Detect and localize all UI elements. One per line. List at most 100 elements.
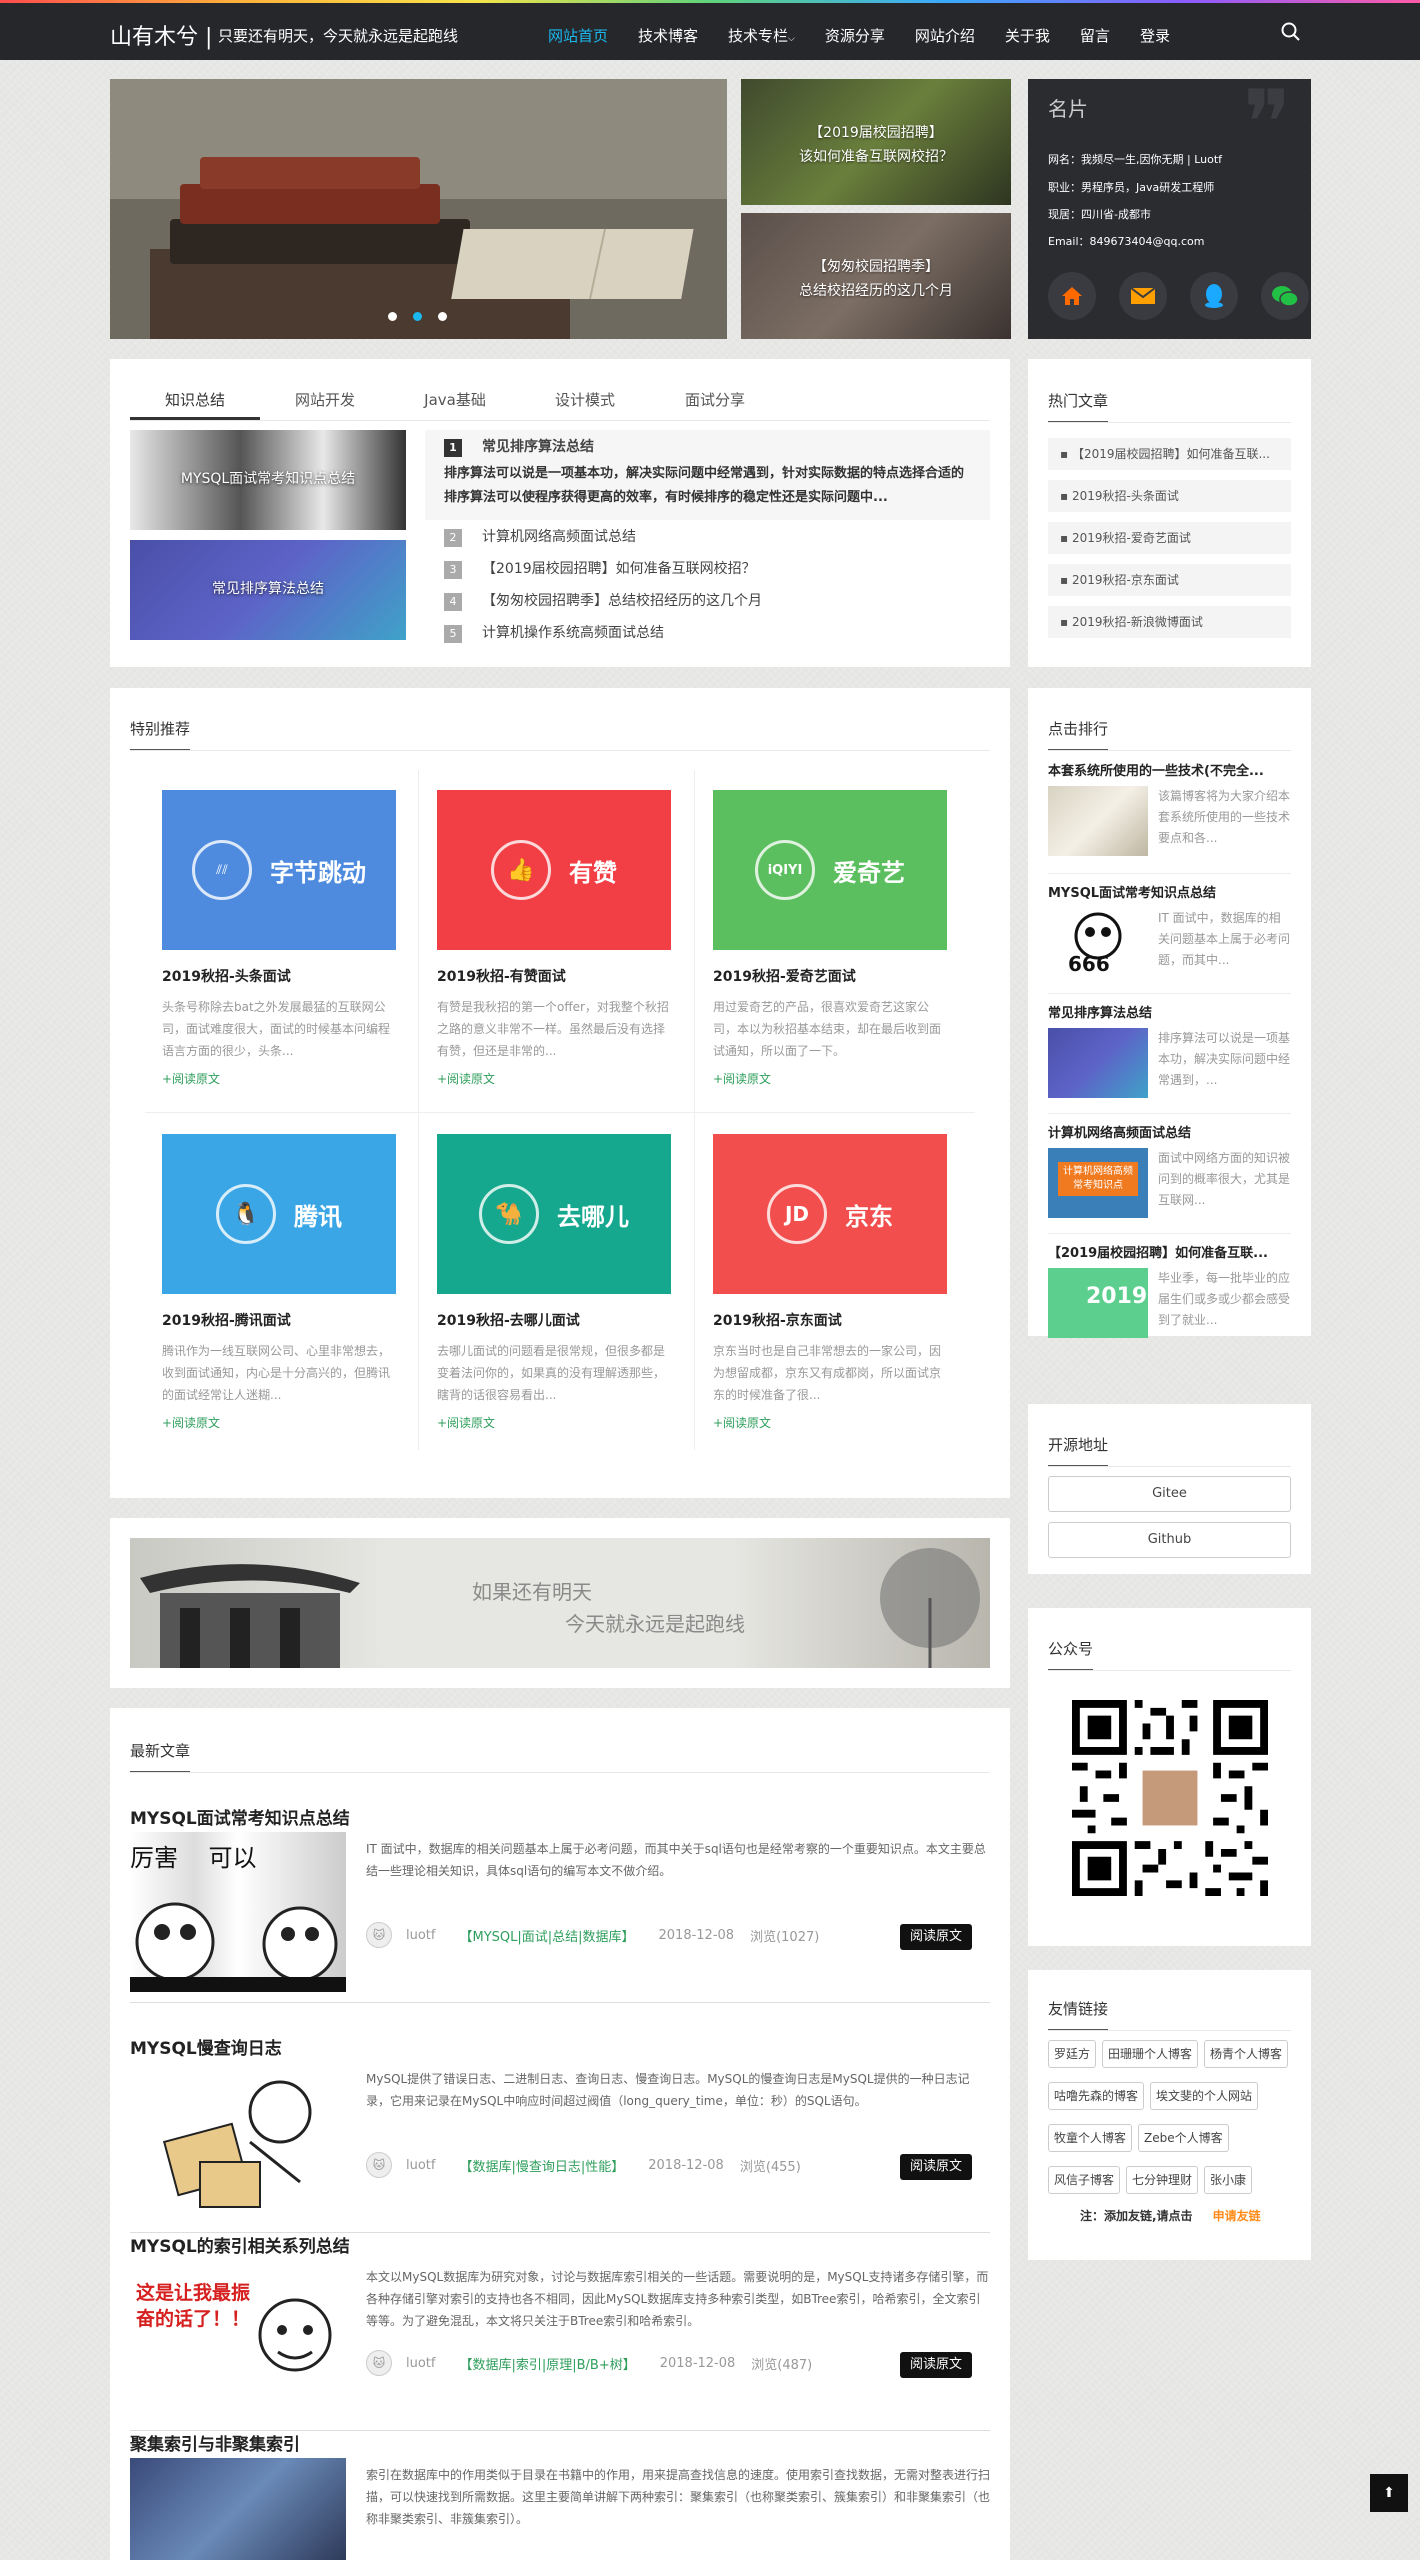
read-more-button[interactable]: 阅读原文 [900,1924,973,1950]
read-more-link[interactable]: +阅读原文 [713,1070,947,1087]
article-author[interactable]: luotf [406,2356,435,2371]
rec-card[interactable]: ⫽⫽ 字节跳动 2019秋招-头条面试 头条号称除去bat之外发展最猛的互联网公司… [162,790,396,1087]
hero-carousel[interactable] [110,79,727,339]
article-title[interactable]: MYSQL的索引相关系列总结 [130,2232,990,2257]
carousel-dot-active[interactable] [413,312,422,321]
wechat-icon[interactable] [1261,272,1309,320]
hot-item[interactable]: 2 计算机网络高频面试总结 [444,526,636,547]
read-more-link[interactable]: +阅读原文 [437,1070,671,1087]
read-more-button[interactable]: 阅读原文 [900,2352,973,2378]
click-rank-title: 点击排行 [1048,718,1109,751]
read-more-link[interactable]: +阅读原文 [713,1414,947,1431]
article-title[interactable]: 聚集索引与非聚集索引 [130,2430,990,2455]
list-item[interactable]: ▪ 2019秋招-新浪微博面试 [1048,606,1291,638]
read-more-button[interactable]: 阅读原文 [900,2154,973,2180]
side-banner-season[interactable]: 【匆匆校园招聘季】 总结校招经历的这几个月 [741,213,1011,339]
list-item[interactable]: ▪ 2019秋招-京东面试 [1048,564,1291,596]
nav-message[interactable]: 留言 [1080,25,1110,46]
read-more-link[interactable]: +阅读原文 [162,1414,396,1431]
tab-design-pattern[interactable]: 设计模式 [520,380,650,420]
friend-link[interactable]: 七分钟理财 [1126,2166,1199,2194]
hot-item[interactable]: 5 计算机操作系统高频面试总结 [444,622,664,643]
carousel-dots [388,312,447,321]
click-rank-item[interactable]: 常见排序算法总结 排序算法可以说是一项基本功，解决实际问题中经常遇到，... [1048,1002,1291,1098]
list-item[interactable]: ▪ 2019秋招-爱奇艺面试 [1048,522,1291,554]
article-image[interactable]: 这是让我最振奋的话了！！ [130,2260,346,2420]
home-icon[interactable] [1048,272,1096,320]
side-banner-recruit[interactable]: 【2019届校园招聘】 该如何准备互联网校招？ [741,79,1011,205]
friend-link[interactable]: 罗廷方 [1048,2040,1097,2068]
chevron-down-icon: ⌵ [788,34,795,44]
friend-link[interactable]: 张小康 [1204,2166,1253,2194]
rec-card[interactable]: JD 京东 2019秋招-京东面试 京东当时也是自己非常想去的一家公司，因为想留成… [713,1134,947,1431]
nav-about-me[interactable]: 关于我 [1005,25,1050,46]
article-image[interactable]: 厉害 可以 [130,1832,346,1992]
friend-link[interactable]: 牧童个人博客 [1048,2124,1133,2152]
friend-link[interactable]: 咕噜先森的博客 [1048,2082,1145,2110]
rec-card[interactable]: 🐪 去哪儿 2019秋招-去哪儿面试 去哪儿面试的问题看是很常规，但很多都是变着法… [437,1134,671,1431]
tab-thumb-mysql[interactable]: MYSQL面试常考知识点总结 [130,430,406,530]
tab-java[interactable]: Java基础 [390,380,520,420]
search-icon[interactable] [1280,21,1302,43]
article-title[interactable]: MYSQL面试常考知识点总结 [130,1804,990,1829]
rec-image-bytedance: ⫽⫽ 字节跳动 [162,790,396,950]
read-more-link[interactable]: +阅读原文 [437,1414,671,1431]
qq-icon[interactable] [1190,272,1238,320]
panda-meme-image [130,1902,346,1992]
slogan-banner[interactable]: 如果还有明天 今天就永远是起跑线 [130,1538,990,1668]
hot-item-first[interactable]: 1 常见排序算法总结 [444,436,594,457]
site-logo[interactable]: 山有木兮 | [110,19,212,51]
tab-interview[interactable]: 面试分享 [650,380,780,420]
lotus-leaf-image [880,1548,980,1668]
hot-item[interactable]: 3 【2019届校园招聘】如何准备互联网校招？ [444,558,756,579]
nav-home[interactable]: 网站首页 [548,25,608,46]
click-rank-item[interactable]: 计算机网络高频面试总结 计算机网络高频 常考知识点 面试中网络方面的知识被问到的… [1048,1122,1291,1218]
rec-desc: 头条号称除去bat之外发展最猛的互联网公司，面试难度很大，面试的时候基本问编程语… [162,1000,391,1058]
friend-link[interactable]: 田珊珊个人博客 [1102,2040,1199,2068]
rec-desc: 京东当时也是自己非常想去的一家公司，因为想留成都，京东又有成都岗，所以面试京东的… [713,1344,942,1402]
panda-meme-thumb: 666 [1048,908,1148,978]
click-rank-item[interactable]: MYSQL面试常考知识点总结 666 IT 面试中，数据库的相关问题基本上属于必… [1048,882,1291,978]
article-author[interactable]: luotf [406,1928,435,1943]
mail-icon[interactable] [1119,272,1167,320]
article-image[interactable] [130,2062,346,2222]
rec-card[interactable]: 👍 有赞 2019秋招-有赞面试 有赞是我秋招的第一个offer，对我整个秋招之路… [437,790,671,1087]
github-link[interactable]: Github [1048,1522,1291,1558]
friend-link[interactable]: 埃文斐的个人网站 [1150,2082,1259,2110]
nav-about-site[interactable]: 网站介绍 [915,25,975,46]
back-to-top-button[interactable]: ⬆ [1370,2474,1408,2512]
rank-badge: 1 [444,439,462,457]
click-rank-item[interactable]: 本套系统所使用的一些技术(不完全... 该篇博客将为大家介绍本套系统所使用的一些… [1048,760,1291,856]
article-tags[interactable]: 【数据库|慢查询日志|性能】 [459,2156,624,2175]
apply-friend-link[interactable]: 申请友链 [1213,2209,1261,2223]
friend-link[interactable]: 风信子博客 [1048,2166,1121,2194]
hot-item[interactable]: 4 【匆匆校园招聘季】总结校招经历的这几个月 [444,590,762,611]
article-tags[interactable]: 【数据库|索引|原理|B/B+树】 [459,2354,635,2373]
nav-login[interactable]: 登录 [1140,25,1170,46]
friend-link[interactable]: 杨青个人博客 [1204,2040,1289,2068]
nav-column[interactable]: 技术专栏⌵ [728,25,795,46]
gitee-link[interactable]: Gitee [1048,1476,1291,1512]
rec-card[interactable]: iQIYI 爱奇艺 2019秋招-爱奇艺面试 用过爱奇艺的产品，很喜欢爱奇艺这家公… [713,790,947,1087]
read-more-link[interactable]: +阅读原文 [162,1070,396,1087]
banner-line1: 如果还有明天 [472,1580,592,1604]
rec-image-jd: JD 京东 [713,1134,947,1294]
nav-blog[interactable]: 技术博客 [638,25,698,46]
rec-card[interactable]: 🐧 腾讯 2019秋招-腾讯面试 腾讯作为一线互联网公司、心里非常想去，收到面试通… [162,1134,396,1431]
tab-thumb-sort[interactable]: 常见排序算法总结 [130,540,406,640]
banner-line2: 今天就永远是起跑线 [565,1612,745,1636]
tab-web-dev[interactable]: 网站开发 [260,380,390,420]
friend-links-note-text: 注：添加友链,请点击 [1080,2209,1193,2223]
list-item[interactable]: ▪ 【2019届校园招聘】如何准备互联... [1048,438,1291,470]
article-title[interactable]: MYSQL慢查询日志 [130,2034,990,2059]
article-author[interactable]: luotf [406,2158,435,2173]
list-item[interactable]: ▪ 2019秋招-头条面试 [1048,480,1291,512]
nav-resources[interactable]: 资源分享 [825,25,885,46]
carousel-dot[interactable] [388,312,397,321]
click-rank-item[interactable]: 【2019届校园招聘】如何准备互联... 2019 毕业季，每一批毕业的应届生们… [1048,1242,1291,1338]
tab-knowledge[interactable]: 知识总结 [130,380,260,420]
friend-link[interactable]: Zebe个人博客 [1138,2124,1229,2152]
carousel-dot[interactable] [438,312,447,321]
article-tags[interactable]: 【MYSQL|面试|总结|数据库】 [459,1926,634,1945]
article-image[interactable] [130,2458,346,2560]
